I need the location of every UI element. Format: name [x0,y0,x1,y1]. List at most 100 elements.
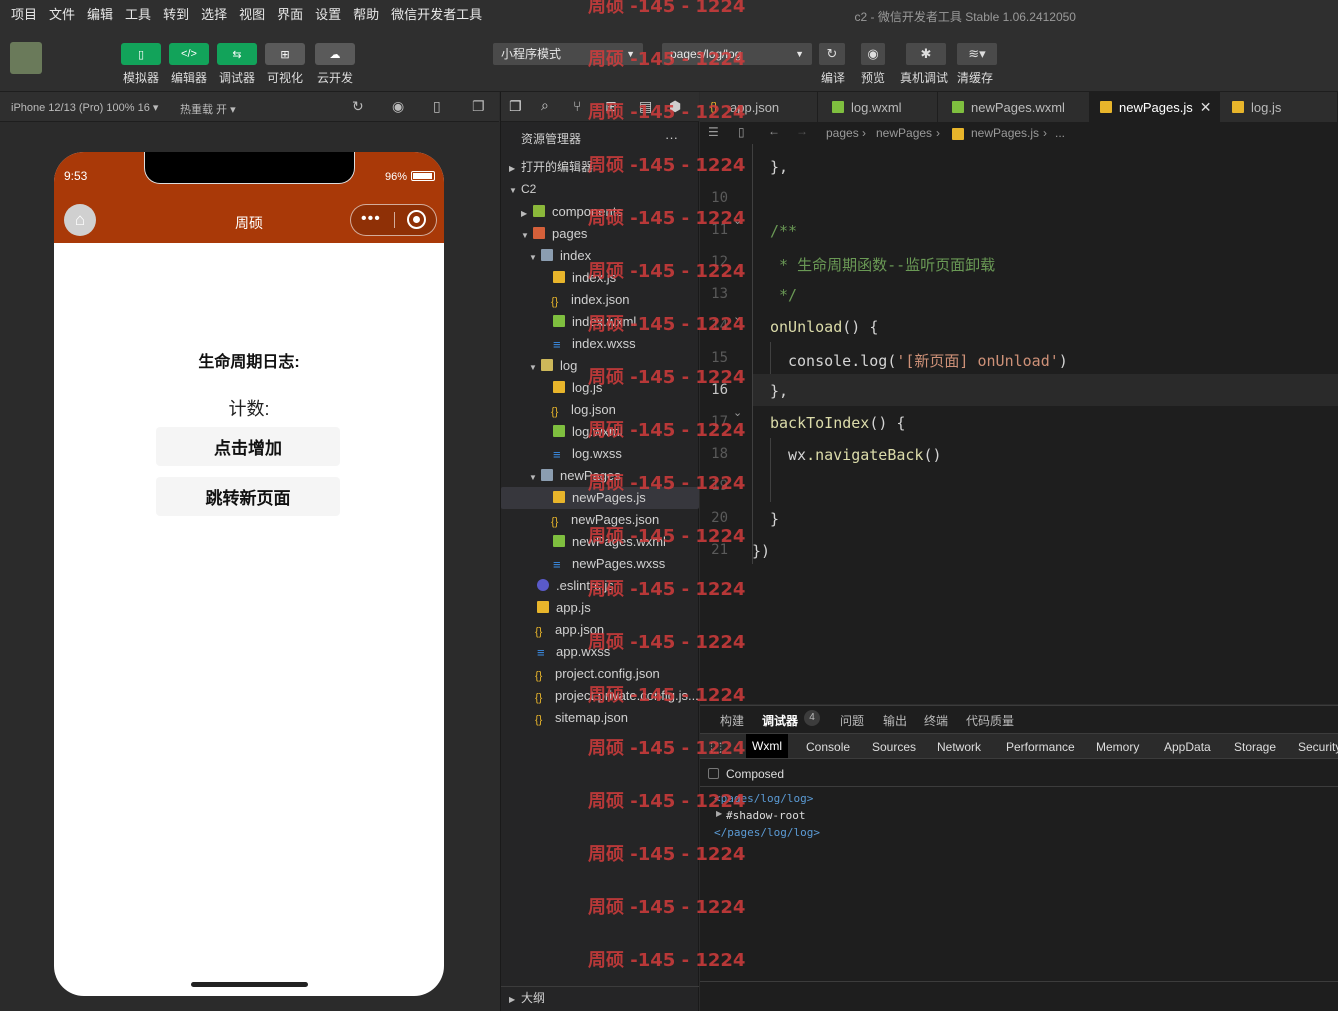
menu-goto[interactable]: 转到 [157,0,195,30]
phone-icon[interactable]: ▯ [121,43,161,65]
code-line: console.log('[新页面] onUnload') [788,350,1068,371]
outline-section[interactable]: ▶ 大纲 [501,986,699,1008]
tab-terminal[interactable]: 终端 [924,712,948,729]
wxss-file-icon: ≡ [553,447,561,462]
lifecycle-log-title: 生命周期日志: [198,354,300,371]
tab-memory[interactable]: Memory [1096,740,1139,754]
wxss-file-icon: ≡ [553,337,561,352]
layout-icon[interactable]: ⊞ [265,43,305,65]
increment-button[interactable]: 点击增加 [156,427,340,466]
tree-label: pages [552,226,588,241]
tab-label: newPages.wxml [971,99,1065,115]
watermark: 周硕 -145 - 1224 [588,473,746,494]
tree-item[interactable]: ≡ index.wxss [501,333,699,355]
eslint-icon [537,579,549,591]
menu-wechat-devtools[interactable]: 微信开发者工具 [385,0,488,30]
files-icon[interactable]: ❐ [509,98,522,115]
tab-output[interactable]: 输出 [883,712,907,729]
xml-close-tag[interactable]: </pages/log/log> [714,826,820,839]
menu-settings[interactable]: 设置 [309,0,347,30]
debug-icon[interactable]: ⇆ [217,43,257,65]
capsule-menu[interactable]: ••• [350,204,437,236]
tab-network[interactable]: Network [937,740,981,754]
js-file-icon [553,491,565,503]
search-icon[interactable]: ⌕ [541,97,549,114]
tab-storage[interactable]: Storage [1234,740,1276,754]
tab-label: log.wxml [851,99,902,115]
menu-file[interactable]: 文件 [43,0,81,30]
tab-wxml[interactable]: Wxml [746,734,788,758]
tab-appdata[interactable]: AppData [1164,740,1211,754]
wxml-file-icon [553,315,565,327]
menu-tools[interactable]: 工具 [119,0,157,30]
close-target-icon[interactable] [407,210,426,229]
breadcrumb-pages[interactable]: pages [826,126,859,140]
navigate-new-page-button[interactable]: 跳转新页面 [156,477,340,516]
tab-sources[interactable]: Sources [872,740,916,754]
tab-log-js[interactable]: log.js [1220,92,1338,122]
tab-security[interactable]: Security [1298,740,1338,754]
back-icon[interactable]: ← [768,124,780,138]
menu-view[interactable]: 视图 [233,0,271,30]
popout-icon[interactable]: ❐ [472,98,485,115]
indent-guide [752,144,753,564]
chevron-down-icon: ▼ [509,186,517,195]
watermark: 周硕 -145 - 1224 [588,49,746,70]
bookmark-icon[interactable]: ▯ [738,125,745,139]
device-select[interactable]: iPhone 12/13 (Pro) 100% 16 ▾ [11,101,158,114]
divider [700,981,1338,982]
code-obj: console [788,352,852,370]
tab-debugger[interactable]: 调试器 [762,712,798,729]
menu-select[interactable]: 选择 [195,0,233,30]
tab-log-wxml[interactable]: log.wxml [818,92,938,122]
git-icon[interactable]: ⑂ [573,98,581,114]
menu-project[interactable]: 项目 [0,0,43,30]
tree-item[interactable]: {} sitemap.json [501,707,699,729]
breadcrumb-more[interactable]: ... [1055,126,1065,140]
more-icon[interactable]: ••• [361,210,381,228]
root-folder[interactable]: ▼ C2 [501,178,699,200]
layers-icon[interactable]: ≋▾ [957,43,997,65]
breadcrumb-file[interactable]: newPages.js [971,126,1039,140]
tab-code-quality[interactable]: 代码质量 [966,712,1014,729]
count-label: 计数: [228,399,270,419]
close-icon[interactable]: ✕ [1200,99,1212,116]
capsule-divider [394,212,395,228]
chevron-right-icon: ▶ [521,209,528,218]
js-file-icon [553,381,565,393]
phone-icon[interactable]: ▯ [433,98,441,115]
bug-icon[interactable]: ✱ [906,43,946,65]
open-editors-label: 打开的编辑器 [521,160,594,174]
tab-build[interactable]: 构建 [720,712,744,729]
forward-icon[interactable]: → [796,124,808,138]
menu-interface[interactable]: 界面 [271,0,309,30]
breadcrumb-newpages[interactable]: newPages [876,126,932,140]
json-file-icon: {} [535,692,543,704]
code-icon[interactable]: </> [169,43,209,65]
cloud-icon[interactable]: ☁ [315,43,355,65]
tree-item[interactable]: {} index.json [501,289,699,311]
tab-console[interactable]: Console [806,740,850,754]
tab-performance[interactable]: Performance [1006,740,1075,754]
code-comment: */ [770,286,798,304]
watermark: 周硕 -145 - 1224 [588,844,746,865]
refresh-icon[interactable]: ↻ [819,43,845,65]
code-editor[interactable]: ☰ ▯ ← → pages › newPages › newPages.js ›… [700,122,1338,704]
avatar[interactable] [10,42,42,74]
rotate-icon[interactable]: ↻ [352,98,364,115]
stop-icon[interactable]: ◉ [392,98,404,115]
watermark: 周硕 -145 - 1224 [588,102,746,123]
menu-edit[interactable]: 编辑 [81,0,119,30]
eye-icon[interactable]: ◉ [861,43,885,65]
tree-item[interactable]: ≡ newPages.wxss [501,553,699,575]
tree-item[interactable]: ≡ log.wxss [501,443,699,465]
tab-problems[interactable]: 问题 [840,712,864,729]
code-line: backToIndex() { [770,414,905,432]
tab-newpages-wxml[interactable]: newPages.wxml [938,92,1090,122]
more-icon[interactable]: ··· [665,130,678,145]
tab-newpages-js[interactable]: newPages.js ✕ [1090,92,1220,122]
composed-checkbox[interactable] [708,768,719,779]
list-icon[interactable]: ☰ [708,125,719,139]
hot-reload-toggle[interactable]: 热重载 开 ▾ [180,101,236,117]
menu-help[interactable]: 帮助 [347,0,385,30]
